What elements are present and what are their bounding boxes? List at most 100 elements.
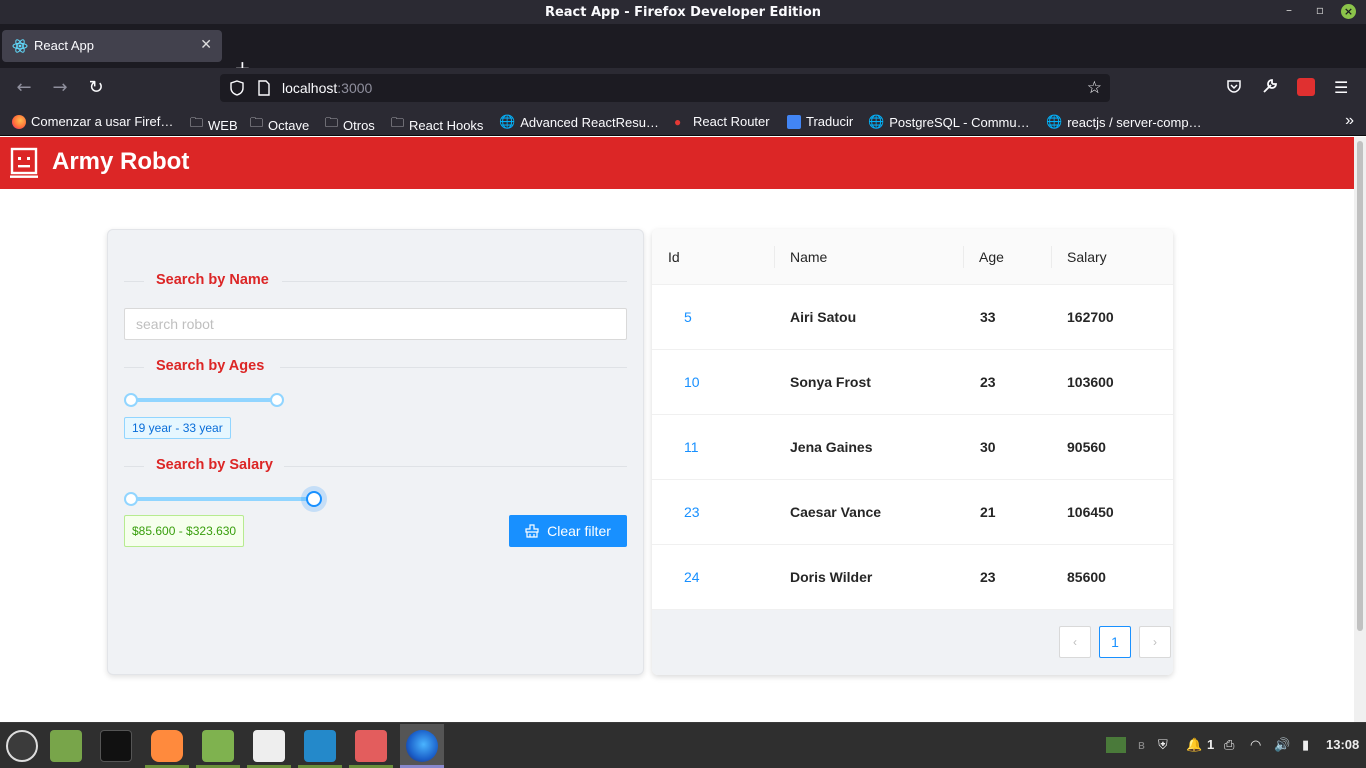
column-header-name[interactable]: Name bbox=[790, 249, 827, 265]
vscode-icon[interactable] bbox=[304, 730, 336, 762]
cell-age: 33 bbox=[980, 309, 996, 325]
reload-icon[interactable]: ↻ bbox=[85, 77, 107, 99]
close-tab-icon[interactable]: ✕ bbox=[200, 37, 212, 53]
cell-salary: 162700 bbox=[1067, 309, 1114, 325]
terminal-icon[interactable] bbox=[100, 730, 132, 762]
taskbar: ʙ ⛨ 🔔 1 ⎙ ◠ 🔊 ▮ 13:08 bbox=[0, 722, 1366, 768]
firefox-dev-icon[interactable] bbox=[406, 730, 438, 762]
bookmark-item[interactable]: 🌐 reactjs / server-comp… bbox=[1046, 114, 1202, 130]
salary-slider-max-handle[interactable] bbox=[306, 491, 322, 507]
forward-icon[interactable]: → bbox=[49, 77, 71, 99]
page-1-button[interactable]: 1 bbox=[1099, 626, 1131, 658]
show-desktop-icon[interactable] bbox=[50, 730, 82, 762]
url-text: localhost:3000 bbox=[282, 80, 373, 96]
table-header: Id Name Age Salary bbox=[652, 229, 1173, 285]
cell-name: Sonya Frost bbox=[790, 374, 871, 390]
salary-slider-min-handle[interactable] bbox=[124, 492, 138, 506]
table-row[interactable]: 11 Jena Gaines 30 90560 bbox=[652, 415, 1173, 480]
react-router-icon: ● bbox=[674, 114, 682, 129]
bluetooth-icon[interactable]: ʙ bbox=[1138, 737, 1145, 752]
folder-icon: 🗀 bbox=[391, 115, 405, 130]
search-input[interactable] bbox=[124, 308, 627, 340]
prev-page-button[interactable]: ‹ bbox=[1059, 626, 1091, 658]
bookmark-folder[interactable]: 🗀 WEB bbox=[190, 114, 238, 136]
age-slider-max-handle[interactable] bbox=[270, 393, 284, 407]
pagination: ‹ 1 › bbox=[652, 610, 1173, 675]
menu-icon[interactable]: ☰ bbox=[1334, 78, 1348, 97]
bookmark-item[interactable]: Comenzar a usar Firef… bbox=[12, 114, 173, 129]
column-header-age[interactable]: Age bbox=[979, 249, 1004, 265]
bookmark-item[interactable]: ● React Router bbox=[674, 114, 770, 129]
bookmark-item[interactable]: Traducir bbox=[787, 114, 853, 129]
bookmark-item[interactable]: 🌐 Advanced ReactResu… bbox=[499, 114, 659, 130]
minimize-icon[interactable]: – bbox=[1286, 3, 1292, 17]
cell-id[interactable]: 5 bbox=[684, 309, 692, 325]
network-monitor-icon[interactable] bbox=[1106, 737, 1126, 753]
age-slider-min-handle[interactable] bbox=[124, 393, 138, 407]
cell-id[interactable]: 23 bbox=[684, 504, 700, 520]
age-heading: Search by Ages bbox=[156, 358, 265, 374]
table-row[interactable]: 10 Sonya Frost 23 103600 bbox=[652, 350, 1173, 415]
column-header-id[interactable]: Id bbox=[668, 249, 680, 265]
firefox-launcher-icon[interactable] bbox=[151, 730, 183, 762]
volume-icon[interactable]: 🔊 bbox=[1274, 737, 1290, 753]
salary-slider-track bbox=[129, 497, 311, 501]
globe-icon: 🌐 bbox=[868, 114, 885, 129]
cell-age: 30 bbox=[980, 439, 996, 455]
table-row[interactable]: 23 Caesar Vance 21 106450 bbox=[652, 480, 1173, 545]
tab-strip: React App ✕ + bbox=[0, 24, 1366, 80]
age-slider[interactable] bbox=[124, 393, 284, 407]
back-icon[interactable]: ← bbox=[13, 77, 35, 99]
bookmarks-overflow-icon[interactable]: » bbox=[1345, 112, 1354, 130]
globe-icon: 🌐 bbox=[1046, 114, 1063, 129]
bookmark-folder[interactable]: 🗀 React Hooks bbox=[391, 114, 483, 136]
bookmark-star-icon[interactable]: ☆ bbox=[1087, 78, 1102, 98]
salary-heading: Search by Salary bbox=[156, 457, 273, 473]
notifications-icon[interactable]: 🔔 bbox=[1186, 737, 1202, 753]
url-bar[interactable]: localhost:3000 ☆ bbox=[220, 74, 1110, 102]
wrench-icon[interactable] bbox=[1262, 78, 1278, 98]
close-window-icon[interactable]: × bbox=[1341, 4, 1356, 19]
battery-icon[interactable]: ▮ bbox=[1302, 737, 1309, 753]
extension-icon[interactable] bbox=[1297, 78, 1315, 100]
react-icon bbox=[12, 39, 28, 53]
cell-name: Caesar Vance bbox=[790, 504, 882, 520]
restore-icon[interactable]: ▫ bbox=[1316, 3, 1324, 17]
bookmark-folder[interactable]: 🗀 Octave bbox=[250, 114, 309, 136]
cell-id[interactable]: 11 bbox=[684, 439, 699, 455]
salary-slider[interactable] bbox=[124, 491, 324, 507]
clear-filter-button[interactable]: Clear filter bbox=[509, 515, 627, 547]
pocket-icon[interactable] bbox=[1226, 78, 1242, 98]
column-header-salary[interactable]: Salary bbox=[1067, 249, 1107, 265]
app-icon[interactable] bbox=[355, 730, 387, 762]
app-header: Army Robot bbox=[0, 137, 1354, 189]
nav-toolbar: ← → ↻ localhost:3000 ☆ ☰ bbox=[0, 68, 1366, 108]
wifi-icon[interactable]: ◠ bbox=[1250, 737, 1261, 753]
table-row[interactable]: 5 Airi Satou 33 162700 bbox=[652, 285, 1173, 350]
tab-title: React App bbox=[34, 38, 94, 53]
cell-age: 23 bbox=[980, 569, 996, 585]
shield-tray-icon[interactable]: ⛨ bbox=[1158, 737, 1168, 753]
clear-filter-label: Clear filter bbox=[547, 523, 611, 539]
shield-icon bbox=[230, 80, 244, 96]
cell-salary: 90560 bbox=[1067, 439, 1106, 455]
page-icon bbox=[258, 80, 270, 96]
settings-icon[interactable] bbox=[253, 730, 285, 762]
next-page-button[interactable]: › bbox=[1139, 626, 1171, 658]
cell-id[interactable]: 10 bbox=[684, 374, 700, 390]
scrollbar-thumb[interactable] bbox=[1357, 141, 1363, 631]
cell-id[interactable]: 24 bbox=[684, 569, 700, 585]
page-scrollbar[interactable] bbox=[1354, 137, 1366, 722]
printer-icon[interactable]: ⎙ bbox=[1224, 737, 1234, 753]
filters-panel: Search by Name Search by Ages 19 year - … bbox=[107, 229, 644, 675]
cell-salary: 106450 bbox=[1067, 504, 1114, 520]
files-icon[interactable] bbox=[202, 730, 234, 762]
clock[interactable]: 13:08 bbox=[1326, 737, 1359, 752]
mint-menu-icon[interactable] bbox=[6, 730, 38, 762]
robot-icon bbox=[10, 147, 38, 178]
bookmark-item[interactable]: 🌐 PostgreSQL - Commu… bbox=[868, 114, 1030, 130]
window-titlebar: React App - Firefox Developer Edition – … bbox=[0, 0, 1366, 24]
table-row[interactable]: 24 Doris Wilder 23 85600 bbox=[652, 545, 1173, 610]
tab-react-app[interactable]: React App ✕ bbox=[2, 30, 222, 62]
bookmark-folder[interactable]: 🗀 Otros bbox=[325, 114, 375, 136]
